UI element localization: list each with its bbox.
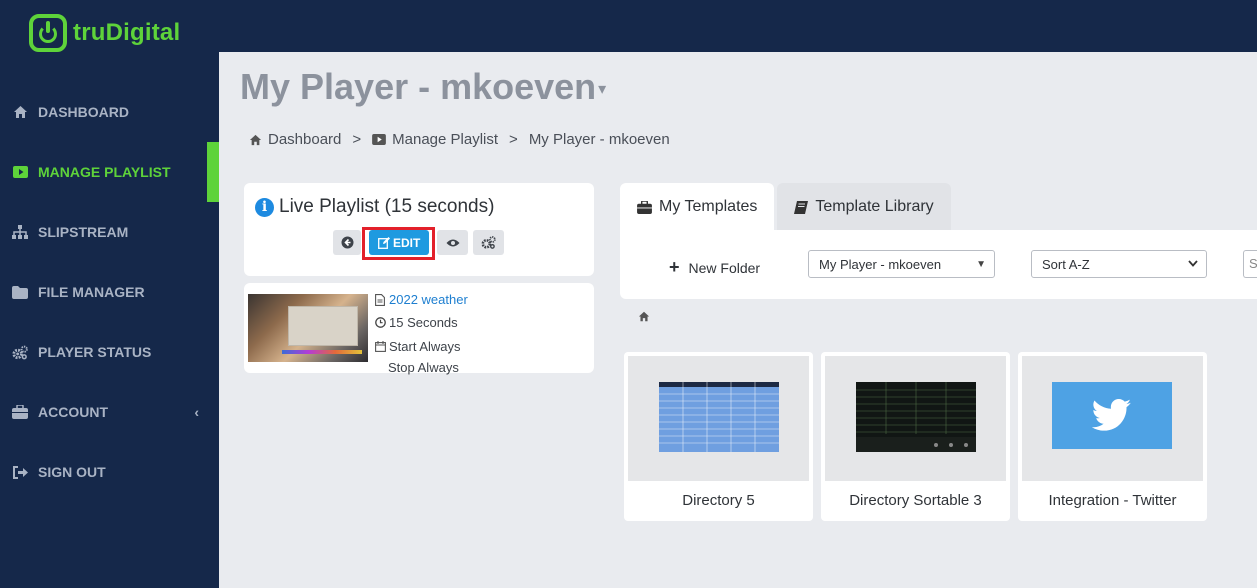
sidebar-item-manage-playlist[interactable]: MANAGE PLAYLIST bbox=[0, 142, 219, 202]
tab-label: Template Library bbox=[815, 198, 934, 215]
caret-down-icon[interactable]: ▾ bbox=[598, 81, 606, 98]
sidebar-item-player-status[interactable]: PLAYER STATUS bbox=[0, 322, 219, 382]
calendar-icon bbox=[375, 340, 386, 352]
breadcrumb-separator: > bbox=[509, 131, 518, 148]
playlist-item-thumbnail bbox=[248, 294, 368, 362]
template-preview bbox=[1022, 356, 1203, 481]
caret-down-icon: ▼ bbox=[976, 258, 986, 270]
folder-icon bbox=[12, 284, 28, 300]
directory-sortable-thumbnail bbox=[856, 382, 976, 452]
cogs-icon bbox=[481, 236, 497, 249]
plus-icon: + bbox=[669, 257, 680, 277]
live-playlist-panel: i Live Playlist (15 seconds) EDIT bbox=[244, 183, 594, 276]
sitemap-icon bbox=[12, 224, 28, 240]
edit-button[interactable]: EDIT bbox=[369, 230, 430, 255]
template-preview bbox=[628, 356, 809, 481]
sidebar-item-dashboard[interactable]: DASHBOARD bbox=[0, 82, 219, 142]
template-card-label: Directory Sortable 3 bbox=[849, 492, 982, 509]
chevron-down-icon bbox=[1188, 259, 1198, 270]
breadcrumb-current: My Player - mkoeven bbox=[528, 131, 670, 148]
play-icon bbox=[12, 164, 28, 180]
breadcrumb-separator: > bbox=[352, 131, 362, 148]
folder-select[interactable]: My Player - mkoeven ▼ bbox=[808, 250, 995, 278]
live-playlist-title-text: Live Playlist (15 seconds) bbox=[279, 196, 495, 217]
playlist-item[interactable]: 2022 weather 15 Seconds Start Always Sto… bbox=[244, 283, 594, 376]
cogs-icon bbox=[12, 344, 28, 360]
playlist-actions: EDIT bbox=[333, 230, 509, 255]
sidebar-item-slipstream[interactable]: SLIPSTREAM bbox=[0, 202, 219, 262]
eye-icon bbox=[446, 239, 460, 246]
home-icon bbox=[249, 134, 262, 146]
sidebar-item-label: PLAYER STATUS bbox=[38, 344, 152, 360]
home-icon[interactable] bbox=[638, 311, 650, 322]
briefcase-icon bbox=[12, 404, 28, 420]
home-icon bbox=[12, 104, 28, 120]
play-icon bbox=[372, 134, 387, 145]
sidebar-item-label: SLIPSTREAM bbox=[38, 224, 129, 240]
breadcrumb-manage-playlist[interactable]: Manage Playlist bbox=[392, 131, 498, 148]
edit-icon bbox=[378, 236, 390, 249]
template-preview bbox=[825, 356, 1006, 481]
sidebar-item-label: SIGN OUT bbox=[38, 464, 106, 480]
chevron-left-icon[interactable]: ‹ bbox=[194, 404, 199, 420]
sign-out-icon bbox=[12, 464, 28, 480]
template-card-directory-5[interactable]: Directory 5 bbox=[624, 352, 813, 521]
breadcrumb: Dashboard > Manage Playlist > My Player … bbox=[249, 131, 670, 148]
sidebar-item-label: DASHBOARD bbox=[38, 104, 129, 120]
template-tabs: My Templates Template Library bbox=[620, 183, 954, 231]
twitter-thumbnail bbox=[1052, 382, 1172, 449]
sidebar-item-label: MANAGE PLAYLIST bbox=[38, 164, 171, 180]
edit-button-label: EDIT bbox=[393, 235, 421, 250]
clock-icon bbox=[375, 317, 386, 328]
brand-name: truDigital bbox=[73, 19, 181, 46]
directory-table-thumbnail bbox=[659, 382, 779, 452]
book-icon bbox=[794, 200, 809, 214]
sidebar-item-label: ACCOUNT bbox=[38, 404, 108, 420]
sidebar-nav: DASHBOARD MANAGE PLAYLIST SLIPSTREAM FIL… bbox=[0, 82, 219, 502]
playlist-item-name[interactable]: 2022 weather bbox=[389, 292, 468, 307]
template-card-integration-twitter[interactable]: Integration - Twitter bbox=[1018, 352, 1207, 521]
sidebar-item-sign-out[interactable]: SIGN OUT bbox=[0, 442, 219, 502]
tab-my-templates[interactable]: My Templates bbox=[620, 183, 775, 231]
playlist-item-meta: 2022 weather 15 Seconds Start Always Sto… bbox=[375, 288, 468, 376]
playlist-item-stop: Stop Always bbox=[388, 359, 459, 375]
new-folder-button[interactable]: + New Folder bbox=[669, 257, 760, 278]
page-title[interactable]: My Player - mkoeven ▾ bbox=[240, 66, 606, 108]
live-playlist-title: i Live Playlist (15 seconds) bbox=[255, 196, 494, 218]
template-card-directory-sortable-3[interactable]: Directory Sortable 3 bbox=[821, 352, 1010, 521]
sidebar-item-file-manager[interactable]: FILE MANAGER bbox=[0, 262, 219, 322]
search-input[interactable]: S bbox=[1243, 250, 1257, 278]
template-card-label: Directory 5 bbox=[682, 492, 755, 509]
arrow-circle-left-icon bbox=[341, 236, 353, 249]
folder-select-value: My Player - mkoeven bbox=[819, 256, 942, 272]
new-folder-label: New Folder bbox=[688, 259, 761, 276]
sidebar-item-label: FILE MANAGER bbox=[38, 284, 145, 300]
info-icon: i bbox=[255, 197, 274, 217]
playlist-item-start: Start Always bbox=[389, 338, 461, 354]
tab-template-library[interactable]: Template Library bbox=[777, 183, 951, 231]
sort-select-value: Sort A-Z bbox=[1042, 256, 1090, 272]
playlist-item-duration: 15 Seconds bbox=[389, 315, 458, 330]
brand-logo[interactable]: truDigital bbox=[29, 13, 180, 53]
templates-toolbar: + New Folder My Player - mkoeven ▼ Sort … bbox=[620, 230, 1257, 299]
preview-button[interactable] bbox=[437, 230, 469, 255]
breadcrumb-dashboard[interactable]: Dashboard bbox=[268, 131, 341, 148]
tab-label: My Templates bbox=[659, 198, 758, 215]
file-icon bbox=[375, 293, 386, 306]
sidebar: truDigital DASHBOARD MANAGE PLAYLIST SLI… bbox=[0, 0, 219, 588]
sort-select[interactable]: Sort A-Z bbox=[1031, 250, 1207, 278]
page-title-text: My Player - mkoeven bbox=[240, 66, 597, 107]
twitter-bird-icon bbox=[1092, 399, 1131, 431]
back-button[interactable] bbox=[333, 230, 361, 255]
template-card-label: Integration - Twitter bbox=[1048, 492, 1177, 509]
briefcase-icon bbox=[637, 200, 652, 214]
sidebar-item-account[interactable]: ACCOUNT ‹ bbox=[0, 382, 219, 442]
power-logo-icon bbox=[29, 14, 67, 52]
settings-button[interactable] bbox=[473, 230, 505, 255]
